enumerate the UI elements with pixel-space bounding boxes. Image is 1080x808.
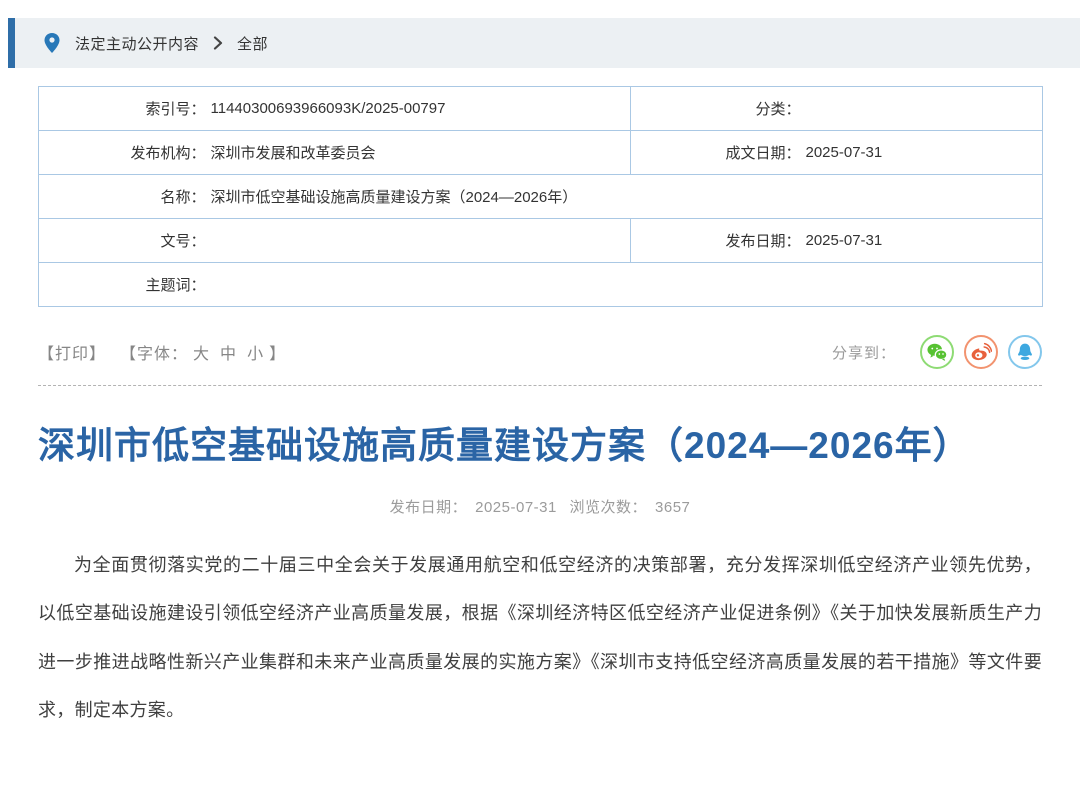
share-label: 分享到：	[832, 342, 896, 363]
article-publish-date: 2025-07-31	[475, 499, 557, 516]
document-metadata-table: 索引号： 11440300693966093K/2025-00797 分类： 发…	[38, 86, 1043, 307]
weibo-icon	[970, 342, 992, 362]
font-size-small-button[interactable]: 小	[247, 340, 264, 364]
document-name-label: 名称：	[39, 175, 206, 219]
keywords-value	[206, 263, 1043, 307]
index-number-value: 11440300693966093K/2025-00797	[206, 87, 631, 131]
location-pin-icon	[43, 32, 61, 54]
publish-date-value: 2025-07-31	[801, 219, 1043, 263]
page-title: 深圳市低空基础设施高质量建设方案（2024—2026年）	[38, 422, 1042, 470]
keywords-label: 主题词：	[39, 263, 206, 307]
print-font-controls: 【打印】 【字体： 大 中 小 】	[38, 340, 286, 364]
category-label: 分类：	[631, 87, 801, 131]
article-meta-line: 发布日期： 2025-07-31 浏览次数： 3657	[0, 496, 1080, 517]
font-size-controls: 【字体： 大 中 小 】	[120, 340, 286, 364]
issuing-agency-value: 深圳市发展和改革委员会	[206, 131, 631, 175]
written-date-value: 2025-07-31	[801, 131, 1043, 175]
wechat-icon	[926, 342, 948, 362]
article-views-label: 浏览次数：	[570, 499, 648, 516]
doc-number-value	[206, 219, 631, 263]
table-row: 主题词：	[39, 263, 1043, 307]
share-wechat-button[interactable]	[920, 335, 954, 369]
breadcrumb-current[interactable]: 全部	[237, 33, 268, 54]
table-row: 索引号： 11440300693966093K/2025-00797 分类：	[39, 87, 1043, 131]
publish-date-label: 发布日期：	[631, 219, 801, 263]
share-qq-button[interactable]	[1008, 335, 1042, 369]
article-publish-date-label: 发布日期：	[390, 499, 468, 516]
table-row: 发布机构： 深圳市发展和改革委员会 成文日期： 2025-07-31	[39, 131, 1043, 175]
article-paragraph: 为全面贯彻落实党的二十届三中全会关于发展通用航空和低空经济的决策部署，充分发挥深…	[38, 541, 1042, 734]
share-controls: 分享到：	[832, 335, 1042, 369]
index-number-label: 索引号：	[39, 87, 206, 131]
font-size-medium-button[interactable]: 中	[220, 340, 237, 364]
breadcrumb-section[interactable]: 法定主动公开内容	[75, 33, 199, 54]
print-button[interactable]: 【打印】	[38, 340, 106, 364]
toolbar: 【打印】 【字体： 大 中 小 】 分享到：	[38, 335, 1042, 369]
chevron-right-icon	[213, 36, 223, 50]
category-value	[801, 87, 1043, 131]
written-date-label: 成文日期：	[631, 131, 801, 175]
article-views-count: 3657	[655, 499, 690, 516]
table-row: 文号： 发布日期： 2025-07-31	[39, 219, 1043, 263]
qq-penguin-icon	[1015, 342, 1035, 362]
font-size-prefix: 【字体：	[120, 340, 188, 364]
issuing-agency-label: 发布机构：	[39, 131, 206, 175]
document-name-value: 深圳市低空基础设施高质量建设方案（2024—2026年）	[206, 175, 1043, 219]
breadcrumb: 法定主动公开内容 全部	[8, 18, 1080, 68]
doc-number-label: 文号：	[39, 219, 206, 263]
font-size-large-button[interactable]: 大	[193, 340, 210, 364]
dashed-divider	[38, 385, 1042, 386]
share-weibo-button[interactable]	[964, 335, 998, 369]
breadcrumb-accent-bar	[8, 18, 15, 68]
page: 法定主动公开内容 全部 索引号： 11440300693966093K/2025…	[0, 18, 1080, 808]
table-row: 名称： 深圳市低空基础设施高质量建设方案（2024—2026年）	[39, 175, 1043, 219]
font-size-suffix: 】	[269, 340, 286, 364]
